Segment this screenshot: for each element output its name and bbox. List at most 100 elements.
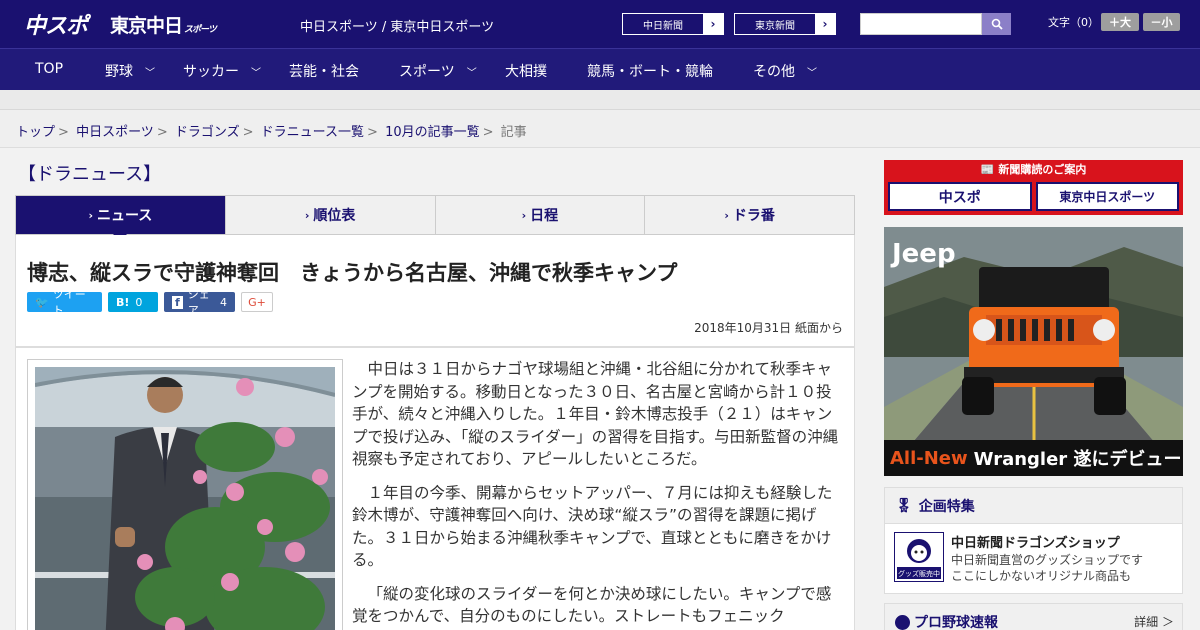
ad-highlight: All-New xyxy=(890,447,968,469)
nav-item-other[interactable]: その他 ﹀ xyxy=(753,61,817,81)
nav-item-label: その他 xyxy=(753,64,795,80)
ad-caption: All-New Wrangler 遂にデビュー xyxy=(884,440,1183,476)
dragons-shop-thumbnail[interactable]: グッズ販売中 xyxy=(894,532,944,582)
font-size-down-button[interactable]: －小 xyxy=(1143,13,1180,31)
subscribe-tokyo-chunichi-button[interactable]: 東京中日スポーツ xyxy=(1035,182,1179,211)
site-header: 中スポ 東京中日 スポーツ 中日スポーツ / 東京中日スポーツ 中日新聞 › 東京… xyxy=(0,0,1200,48)
hatena-icon: B! xyxy=(116,295,130,309)
jeep-advertisement[interactable]: Jeep All-New Wrangler 遂にデビュー xyxy=(884,227,1183,476)
facebook-icon: f xyxy=(172,295,183,309)
article-paragraph: 「縦の変化球のスライダーを何とか決め球にしたい。キャンプで感覚をつかんで、自分の… xyxy=(352,584,832,626)
breadcrumb-item[interactable]: ドラニュース一覧 xyxy=(261,125,364,140)
tokyo-shimbun-label: 東京新聞 xyxy=(755,20,795,32)
breadcrumb-separator: > xyxy=(367,125,378,140)
subscribe-chunichi-sports-button[interactable]: 中スポ xyxy=(888,182,1032,211)
player-photo-illustration xyxy=(35,367,335,630)
search-icon xyxy=(991,18,1003,30)
main-nav: TOP 野球 ﹀ サッカー ﹀ 芸能・社会 スポーツ ﹀ 大相撲 競馬・ボート・競輪 … xyxy=(0,48,1200,90)
nav-item-sumo[interactable]: 大相撲 xyxy=(505,61,547,81)
ribbon-icon: 🎖 xyxy=(895,497,913,514)
shop-badge: グッズ販売中 xyxy=(898,570,940,578)
search-button[interactable] xyxy=(982,13,1011,35)
breadcrumb-separator: > xyxy=(58,125,69,140)
nav-item-racing[interactable]: 競馬・ボート・競輪 xyxy=(587,61,713,81)
tweet-button[interactable]: 🐦 ツイート xyxy=(27,288,102,317)
article-body: 中日は３１日からナゴヤ球場組と沖縄・北谷組に分かれて秋季キャンプを開始する。移動… xyxy=(15,347,855,630)
feature-body[interactable]: グッズ販売中 中日新聞ドラゴンズショップ 中日新聞直営のグッズショップです ここ… xyxy=(885,524,1182,594)
article-photo[interactable] xyxy=(35,367,335,630)
article-photo-frame xyxy=(27,359,343,630)
chevron-right-icon: › xyxy=(724,208,729,222)
breadcrumb-item[interactable]: トップ xyxy=(16,125,55,140)
article-text: 中日は３１日からナゴヤ球場組と沖縄・北谷組に分かれて秋季キャンプを開始する。移動… xyxy=(352,358,846,630)
nav-item-entertainment[interactable]: 芸能・社会 xyxy=(289,61,359,81)
baseball-icon xyxy=(895,614,910,630)
tokyo-chunichi-logo-small: スポーツ xyxy=(184,25,217,35)
share-buttons: 🐦 ツイート B! 0 f シェア 4 G+ xyxy=(27,288,273,317)
section-title: 【ドラニュース】 xyxy=(18,164,162,185)
google-plus-button[interactable]: G+ xyxy=(241,292,273,312)
article-headline: 博志、縦スラで守護神奪回 きょうから名古屋、沖縄で秋季キャンプ xyxy=(27,261,678,285)
jeep-logo: Jeep xyxy=(892,239,956,269)
baseball-scores-more-link[interactable]: 詳細 ＞ xyxy=(1134,613,1174,630)
chevron-down-icon: ﹀ xyxy=(807,67,817,79)
hatena-bookmark-button[interactable]: B! 0 xyxy=(108,292,158,312)
tokyo-chunichi-logo[interactable]: 東京中日 スポーツ xyxy=(110,11,217,38)
tokyo-chunichi-logo-text: 東京中日 xyxy=(110,15,183,37)
facebook-count: 4 xyxy=(220,295,227,309)
subscription-buttons: 中スポ 東京中日スポーツ xyxy=(888,182,1179,211)
tab-label: ニュース xyxy=(96,208,153,224)
tab-label: 順位表 xyxy=(313,208,356,224)
nav-item-soccer[interactable]: サッカー ﹀ xyxy=(183,61,261,81)
baseball-scores-title: プロ野球速報 xyxy=(895,612,998,630)
breadcrumb-item[interactable]: ドラゴンズ xyxy=(175,125,240,140)
nav-item-label: 野球 xyxy=(105,64,133,80)
facebook-share-button[interactable]: f シェア 4 xyxy=(164,288,235,317)
chevron-right-icon: › xyxy=(88,208,93,222)
chunichi-shimbun-button[interactable]: 中日新聞 › xyxy=(622,13,724,35)
tab-news[interactable]: › ニュース xyxy=(16,196,226,241)
baseball-scores-box: プロ野球速報 詳細 ＞ xyxy=(884,603,1183,630)
shop-desc-line: 中日新聞直営のグッズショップです xyxy=(951,553,1144,567)
nav-item-baseball[interactable]: 野球 ﹀ xyxy=(105,61,155,81)
shop-description: 中日新聞直営のグッズショップです ここにしかないオリジナル商品も xyxy=(951,552,1143,584)
site-links[interactable]: 中日スポーツ / 東京中日スポーツ xyxy=(300,16,494,35)
breadcrumb-separator: > xyxy=(156,125,168,140)
chevron-right-icon: › xyxy=(304,208,310,222)
tab-reporter[interactable]: › ドラ番 xyxy=(645,196,854,234)
baseball-scores-title-text: プロ野球速報 xyxy=(914,615,998,630)
nav-item-label: 大相撲 xyxy=(505,64,547,80)
facebook-label: シェア xyxy=(187,288,210,317)
tab-standings[interactable]: › 順位表 xyxy=(226,196,436,234)
tab-label: 日程 xyxy=(530,208,559,224)
nav-item-top[interactable]: TOP xyxy=(35,61,63,77)
breadcrumb: トップ > 中日スポーツ > ドラゴンズ > ドラニュース一覧 > 10月の記事一覧 > … xyxy=(0,110,1200,148)
search-input[interactable] xyxy=(860,13,982,35)
chunichi-sports-logo[interactable]: 中スポ xyxy=(24,8,88,40)
chevron-down-icon: ﹀ xyxy=(466,67,477,79)
shop-title[interactable]: 中日新聞ドラゴンズショップ xyxy=(951,532,1120,551)
breadcrumb-separator: > xyxy=(482,125,494,140)
article-header: 博志、縦スラで守護神奪回 きょうから名古屋、沖縄で秋季キャンプ 🐦 ツイート B!… xyxy=(15,235,855,347)
breadcrumb-item[interactable]: 10月の記事一覧 xyxy=(385,125,480,140)
article-dateline: 2018年10月31日 紙面から xyxy=(694,321,843,335)
font-size-label: 文字（0） xyxy=(1048,16,1099,29)
ad-text: Wrangler 遂にデビュー xyxy=(973,449,1182,470)
nav-item-label: 芸能・社会 xyxy=(289,64,359,80)
breadcrumb-item[interactable]: 中日スポーツ xyxy=(76,125,154,140)
article-paragraph: １年目の今季、開幕からセットアッパー、７月には抑えも経験した鈴木博が、守護神奪回… xyxy=(352,483,833,570)
chevron-down-icon: ﹀ xyxy=(251,67,261,79)
subscription-title: 📰 新聞購読のご案内 xyxy=(884,160,1183,178)
subscription-title-text: 新聞購読のご案内 xyxy=(998,163,1087,176)
chunichi-shimbun-label: 中日新聞 xyxy=(643,20,683,32)
nav-item-label: TOP xyxy=(35,61,64,77)
font-size-up-button[interactable]: ＋大 xyxy=(1101,13,1139,31)
tab-schedule[interactable]: › 日程 xyxy=(436,196,646,234)
category-tabs: › ニュース › 順位表 › 日程 › ドラ番 xyxy=(15,195,855,241)
hatena-count: 0 xyxy=(135,295,143,309)
tweet-label: ツイート xyxy=(52,288,86,317)
tokyo-shimbun-button[interactable]: 東京新聞 › xyxy=(734,13,836,35)
nav-item-sports[interactable]: スポーツ ﹀ xyxy=(399,61,477,81)
tab-label: ドラ番 xyxy=(732,208,775,224)
subscription-banner[interactable]: 📰 新聞購読のご案内 中スポ 東京中日スポーツ xyxy=(884,160,1183,215)
